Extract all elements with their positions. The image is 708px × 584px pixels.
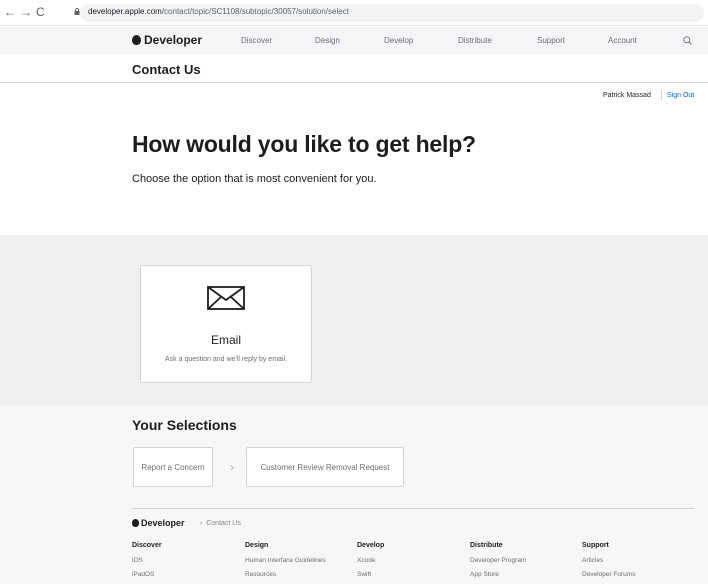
footer-link[interactable]: Human Interface Guidelines bbox=[245, 557, 326, 564]
selection-label: Customer Review Removal Request bbox=[260, 462, 390, 472]
page-subtitle: Choose the option that is most convenien… bbox=[132, 173, 377, 185]
footer-divider bbox=[132, 508, 694, 509]
nav-develop[interactable]: Develop bbox=[384, 36, 413, 45]
envelope-icon bbox=[207, 286, 245, 310]
footer-link[interactable]: Swift bbox=[357, 571, 371, 578]
footer-heading-design: Design bbox=[245, 542, 269, 549]
selection-review-removal[interactable]: Customer Review Removal Request bbox=[246, 447, 404, 487]
footer-link[interactable]: Developer Forums bbox=[582, 571, 635, 578]
user-divider bbox=[661, 90, 662, 100]
chevron-right-icon: › bbox=[230, 460, 234, 474]
footer-heading-distribute: Distribute bbox=[470, 542, 503, 549]
selection-label: Report a Concern bbox=[141, 462, 205, 472]
user-name: Patrick Massad bbox=[603, 92, 651, 99]
reload-icon[interactable]: C bbox=[36, 5, 45, 19]
selection-report-concern[interactable]: Report a Concern bbox=[133, 447, 213, 487]
footer-heading-discover: Discover bbox=[132, 542, 162, 549]
footer-link[interactable]: Articles bbox=[582, 557, 603, 564]
nav-design[interactable]: Design bbox=[315, 36, 340, 45]
brand-label: Developer bbox=[144, 33, 203, 47]
sign-out-link[interactable]: Sign Out bbox=[667, 92, 694, 99]
global-nav bbox=[0, 27, 708, 54]
footer-link[interactable]: Resources bbox=[245, 571, 276, 578]
footer-brand-label: Developer bbox=[141, 518, 185, 528]
options-section bbox=[0, 235, 708, 405]
footer-crumb-label: Contact Us bbox=[206, 520, 241, 527]
local-nav-title[interactable]: Contact Us bbox=[132, 62, 201, 77]
email-option-card[interactable] bbox=[140, 265, 312, 383]
email-option-description: Ask a question and we'll reply by email. bbox=[165, 356, 287, 363]
url-host: developer.apple.com bbox=[88, 7, 162, 16]
apple-logo-icon bbox=[132, 35, 141, 45]
footer-heading-develop: Develop bbox=[357, 542, 385, 549]
nav-support[interactable]: Support bbox=[537, 36, 565, 45]
footer-developer-link[interactable]: Developer bbox=[132, 518, 185, 528]
address-url[interactable]: developer.apple.com/contact/topic/SC1108… bbox=[88, 7, 349, 16]
developer-home-link[interactable]: Developer bbox=[132, 33, 202, 47]
footer-link[interactable]: Xcode bbox=[357, 557, 375, 564]
forward-icon[interactable]: → bbox=[20, 5, 32, 19]
apple-logo-icon bbox=[132, 519, 139, 527]
nav-distribute[interactable]: Distribute bbox=[458, 36, 492, 45]
search-icon[interactable] bbox=[683, 36, 692, 45]
back-icon[interactable]: ← bbox=[4, 5, 16, 19]
footer-link[interactable]: iPadOS bbox=[132, 571, 154, 578]
lock-icon bbox=[74, 8, 80, 15]
email-option-title: Email bbox=[210, 333, 241, 347]
page-title: How would you like to get help? bbox=[132, 131, 476, 157]
local-nav bbox=[0, 54, 708, 83]
footer-link[interactable]: Developer Program bbox=[470, 557, 526, 564]
selections-title: Your Selections bbox=[132, 417, 237, 433]
footer-link[interactable]: App Store bbox=[470, 571, 499, 578]
footer-breadcrumb[interactable]: › Contact Us bbox=[200, 520, 241, 527]
footer-heading-support: Support bbox=[582, 542, 609, 549]
nav-account[interactable]: Account bbox=[608, 36, 637, 45]
url-path: /contact/topic/SC1108/subtopic/30057/sol… bbox=[161, 7, 349, 16]
footer-link[interactable]: iOS bbox=[132, 557, 143, 564]
nav-discover[interactable]: Discover bbox=[241, 36, 272, 45]
